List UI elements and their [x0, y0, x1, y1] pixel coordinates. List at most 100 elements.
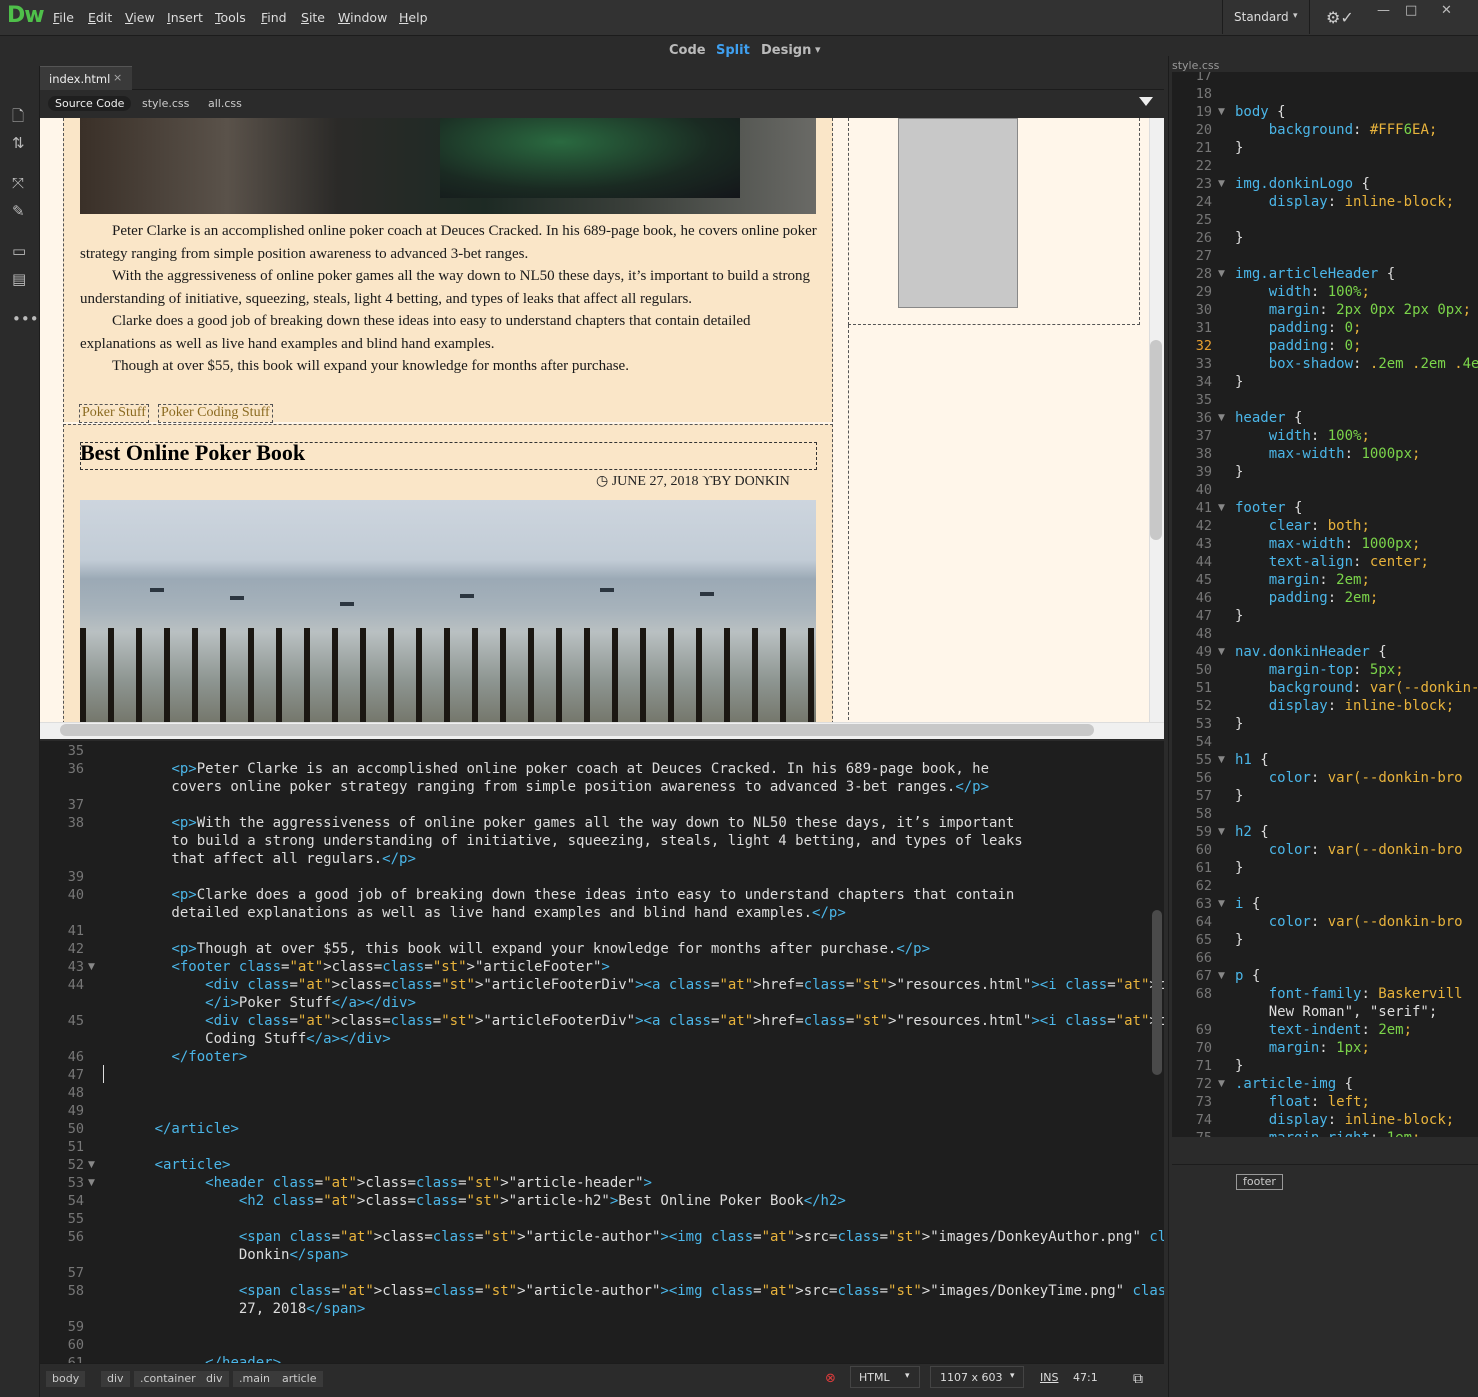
fold-arrow-icon[interactable]: ▼ — [1218, 755, 1225, 765]
code-view[interactable]: 35 36 <p>Peter Clarke is an accomplished … — [40, 741, 1164, 1363]
related-file-style-css[interactable]: style.css — [135, 96, 196, 111]
css-line: h2 { — [1235, 824, 1269, 840]
line-number: 50 — [1195, 662, 1212, 678]
line-number: 48 — [67, 1085, 84, 1101]
code-line: <p>Clarke does a good job of breaking do… — [171, 887, 1015, 903]
more-icon[interactable]: ••• — [12, 310, 39, 328]
tab-label: index.html — [49, 72, 111, 86]
fold-arrow-icon[interactable]: ▼ — [1218, 269, 1225, 279]
css-panel-title: style.css — [1172, 59, 1220, 72]
menu-window[interactable]: Window — [338, 10, 387, 25]
line-number: 23 — [1195, 176, 1212, 192]
line-number: 37 — [1195, 428, 1212, 444]
line-number: 37 — [67, 797, 84, 813]
css-line: img.donkinLogo { — [1235, 176, 1370, 192]
comment-icon[interactable]: ▭ — [12, 242, 26, 260]
related-file-source-code[interactable]: Source Code — [48, 96, 132, 111]
menu-insert[interactable]: Insert — [167, 10, 203, 25]
fold-arrow-icon[interactable]: ▼ — [88, 1160, 95, 1170]
paragraph: With the aggressiveness of online poker … — [80, 268, 811, 307]
fold-arrow-icon[interactable]: ▼ — [88, 1178, 95, 1188]
breadcrumb-main[interactable]: .main — [233, 1371, 276, 1387]
line-number: 35 — [67, 743, 84, 759]
fold-arrow-icon[interactable]: ▼ — [1218, 1079, 1225, 1089]
split-view-button[interactable]: Split — [716, 43, 750, 58]
css-line: display: inline-block; — [1268, 194, 1455, 210]
design-view[interactable]: Peter Clarke is an accomplished online p… — [40, 118, 1164, 722]
line-number: 49 — [67, 1103, 84, 1119]
maximize-button[interactable]: □ — [1405, 3, 1417, 18]
breadcrumb-article[interactable]: article — [276, 1371, 323, 1387]
fold-arrow-icon[interactable]: ▼ — [1218, 503, 1225, 513]
design-view-button[interactable]: Design — [761, 43, 811, 58]
line-number: 59 — [1195, 824, 1212, 840]
menu-help[interactable]: Help — [399, 10, 428, 25]
fold-arrow-icon[interactable]: ▼ — [1218, 971, 1225, 981]
breadcrumb-container[interactable]: .container — [134, 1371, 202, 1387]
menu-tools[interactable]: Tools — [215, 10, 246, 25]
menu-view[interactable]: View — [125, 10, 155, 25]
selected-tag-footer[interactable]: footer — [1236, 1174, 1283, 1190]
menu-file[interactable]: File — [53, 10, 74, 25]
line-number: 45 — [1195, 572, 1212, 588]
css-code-view[interactable]: 17 18 19 ▼ body {20 background: #FFF6EA; 21} 2… — [1172, 72, 1478, 1137]
line-number: 63 — [1195, 896, 1212, 912]
line-number: 58 — [1195, 806, 1212, 822]
footer-link-poker-stuff[interactable]: Poker Stuff — [79, 404, 149, 423]
breadcrumb-body[interactable]: body — [46, 1371, 86, 1387]
close-icon[interactable]: × — [113, 71, 122, 84]
fold-arrow-icon[interactable]: ▼ — [1218, 179, 1225, 189]
line-number: 32 — [1195, 338, 1212, 354]
breadcrumb-div[interactable]: div — [200, 1371, 229, 1387]
menu-site[interactable]: Site — [301, 10, 325, 25]
error-icon[interactable]: ⊗ — [825, 1371, 836, 1386]
tab-index-html[interactable]: index.html × — [40, 66, 132, 90]
brush-icon[interactable]: ✎ — [12, 202, 25, 220]
expand-icon[interactable]: ⤧ — [12, 174, 24, 192]
filter-icon[interactable] — [1139, 97, 1153, 106]
close-button[interactable]: ✕ — [1441, 3, 1452, 18]
line-number: 57 — [1195, 788, 1212, 804]
fold-arrow-icon[interactable]: ▼ — [1218, 827, 1225, 837]
code-scrollbar[interactable] — [1152, 910, 1162, 1075]
line-number: 46 — [1195, 590, 1212, 606]
line-number: 20 — [1195, 122, 1212, 138]
fold-arrow-icon[interactable]: ▼ — [88, 962, 95, 972]
css-line: } — [1235, 932, 1244, 948]
line-number: 40 — [1195, 482, 1212, 498]
related-file-all-css[interactable]: all.css — [201, 96, 249, 111]
line-number: 69 — [1195, 1022, 1212, 1038]
scroll-thumb[interactable] — [60, 724, 1094, 736]
preview-icon[interactable]: ⧉ — [1133, 1371, 1143, 1387]
line-number: 56 — [67, 1229, 84, 1245]
breadcrumb-div[interactable]: div — [101, 1371, 130, 1387]
scroll-thumb[interactable] — [1150, 340, 1162, 540]
code-line: that affect all regulars.</p> — [104, 851, 416, 867]
fold-arrow-icon[interactable]: ▼ — [1218, 107, 1225, 117]
fold-arrow-icon[interactable]: ▼ — [1218, 647, 1225, 657]
workspace-switcher[interactable]: Standard ▾ — [1222, 0, 1310, 34]
css-line: width: 100%; — [1268, 428, 1370, 444]
minimize-button[interactable]: — — [1377, 3, 1390, 18]
line-number: 58 — [67, 1283, 84, 1299]
sort-arrows-icon[interactable]: ⇅ — [12, 134, 25, 152]
format-icon[interactable]: ▤ — [12, 270, 26, 288]
menu-edit[interactable]: Edit — [88, 10, 112, 25]
file-icon[interactable]: 🗋 — [12, 106, 24, 131]
line-number: 26 — [1195, 230, 1212, 246]
css-line: margin: 2em; — [1268, 572, 1370, 588]
css-line: width: 100%; — [1268, 284, 1370, 300]
fold-arrow-icon[interactable]: ▼ — [1218, 899, 1225, 909]
chevron-down-icon[interactable]: ▾ — [815, 43, 821, 56]
line-number: 57 — [67, 1265, 84, 1281]
sync-settings-gear-icon[interactable]: ⚙✓ — [1326, 8, 1354, 27]
menu-find[interactable]: Find — [261, 10, 287, 25]
code-view-button[interactable]: Code — [669, 43, 706, 58]
css-line: nav.donkinHeader { — [1235, 644, 1387, 660]
dreamweaver-logo: Dw — [7, 3, 45, 28]
footer-link-poker-coding-stuff[interactable]: Poker Coding Stuff — [158, 404, 273, 423]
workspace-label: Standard — [1234, 10, 1289, 24]
insert-mode[interactable]: INS — [1040, 1371, 1058, 1384]
fold-arrow-icon[interactable]: ▼ — [1218, 413, 1225, 423]
